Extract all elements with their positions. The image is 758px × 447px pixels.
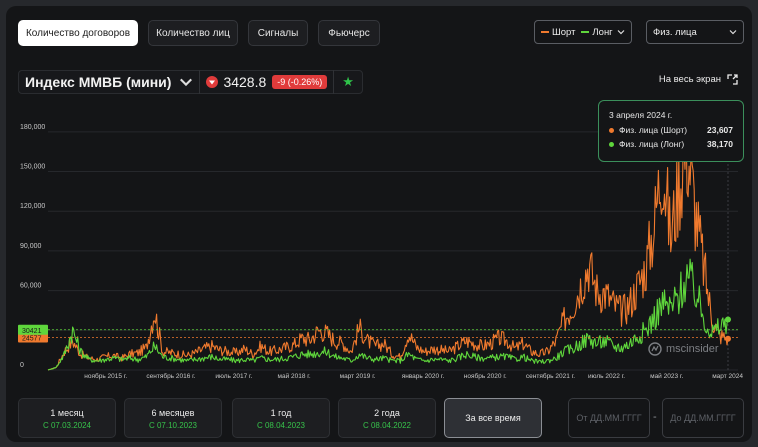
short-legend-label: Шорт xyxy=(552,26,576,38)
short-level-label: 24577 xyxy=(22,335,42,342)
tooltip-long-row: Физ. лица (Лонг) 38,170 xyxy=(609,139,733,149)
x-tick-label: сентябрь 2016 г. xyxy=(146,372,195,380)
instrument-header: Индекс ММВБ (мини) 3428.8 -9 (-0.26%) ★ xyxy=(18,70,363,94)
period-label: 1 месяц xyxy=(50,408,84,418)
person-type-value: Физ. лица xyxy=(653,26,697,38)
watermark-text: mscinsider xyxy=(666,343,719,355)
y-tick-label: 60,000 xyxy=(20,283,42,290)
watermark: mscinsider xyxy=(648,342,719,356)
period-1-year[interactable]: 1 год С 08.04.2023 xyxy=(232,398,330,438)
y-tick-label: 120,000 xyxy=(20,203,45,210)
date-from-input[interactable]: От ДД.ММ.ГГГГ xyxy=(568,398,650,438)
y-tick-label: 150,000 xyxy=(20,164,45,171)
y-tick-label: 180,000 xyxy=(20,124,45,131)
period-label: 6 месяцев xyxy=(151,408,195,418)
x-tick-label: май 2018 г. xyxy=(278,372,311,380)
divider xyxy=(199,70,201,94)
tooltip-short-label: Физ. лица (Шорт) xyxy=(619,125,688,135)
long-legend-swatch xyxy=(581,31,590,33)
x-tick-label: март 2019 г. xyxy=(340,373,376,380)
tooltip-short-value: 23,607 xyxy=(707,125,733,135)
period-label: За все время xyxy=(465,413,521,423)
fullscreen-label: На весь экран xyxy=(658,74,721,85)
chevron-down-icon xyxy=(617,30,625,35)
short-legend-swatch xyxy=(541,31,549,33)
period-start: С 07.10.2023 xyxy=(148,421,198,430)
watermark-logo-icon xyxy=(648,342,662,356)
instrument-title: Индекс ММВБ (мини) xyxy=(25,74,172,90)
tooltip-date: 3 апреля 2024 г. xyxy=(609,110,673,120)
x-tick-label: сентябрь 2021 г. xyxy=(526,372,575,380)
date-separator: - xyxy=(653,411,657,423)
x-tick-label: ноябрь 2015 г. xyxy=(84,372,127,380)
long-level-label: 30421 xyxy=(22,328,42,335)
chevron-down-icon xyxy=(729,30,737,35)
period-start: С 08.04.2022 xyxy=(362,421,412,430)
price-change-badge: -9 (-0.26%) xyxy=(272,75,328,89)
chart-tooltip: 3 апреля 2024 г. Физ. лица (Шорт) 23,607… xyxy=(598,100,744,162)
expand-icon xyxy=(727,74,738,85)
x-tick-label: ноябрь 2020 г. xyxy=(464,372,507,380)
x-tick-label: март 2024 xyxy=(712,373,743,380)
period-1-month[interactable]: 1 месяц С 07.03.2024 xyxy=(18,398,116,438)
tab-futures[interactable]: Фьючерс xyxy=(318,20,380,46)
short-hover-marker xyxy=(725,335,731,342)
long-dot xyxy=(609,141,614,147)
tooltip-long-value: 38,170 xyxy=(707,139,733,149)
tab-contracts-count[interactable]: Количество договоров xyxy=(18,20,138,46)
favorite-star-icon[interactable]: ★ xyxy=(334,74,362,90)
x-tick-label: январь 2020 г. xyxy=(402,373,445,380)
tooltip-long-label: Физ. лица (Лонг) xyxy=(619,139,685,149)
person-type-select[interactable]: Физ. лица xyxy=(646,20,744,44)
tab-persons-count[interactable]: Количество лиц xyxy=(148,20,238,46)
period-all-time[interactable]: За все время xyxy=(444,398,542,438)
x-tick-label: май 2023 г. xyxy=(650,372,683,380)
long-hover-marker xyxy=(725,316,731,323)
period-label: 1 год xyxy=(270,408,292,418)
tooltip-short-row: Физ. лица (Шорт) 23,607 xyxy=(609,125,733,135)
y-tick-label: 90,000 xyxy=(20,243,42,250)
date-to-input[interactable]: До ДД.ММ.ГГГГ xyxy=(662,398,744,438)
long-legend-label: Лонг xyxy=(592,26,613,38)
fullscreen-button[interactable]: На весь экран xyxy=(659,74,738,85)
x-tick-label: июль 2022 г. xyxy=(588,373,625,380)
series-select[interactable]: Шорт Лонг xyxy=(534,20,632,44)
period-start: С 08.04.2023 xyxy=(256,421,306,430)
period-start: С 07.03.2024 xyxy=(42,421,92,430)
down-arrow-icon xyxy=(206,76,219,88)
period-2-years[interactable]: 2 года С 08.04.2022 xyxy=(338,398,436,438)
period-label: 2 года xyxy=(374,408,400,418)
short-dot xyxy=(609,127,614,133)
instrument-price: 3428.8 xyxy=(223,74,267,90)
x-tick-label: июль 2017 г. xyxy=(215,373,252,380)
tab-signals[interactable]: Сигналы xyxy=(248,20,308,46)
chevron-down-icon[interactable] xyxy=(179,75,193,89)
period-6-months[interactable]: 6 месяцев С 07.10.2023 xyxy=(124,398,222,438)
app-frame: Количество договоров Количество лиц Сигн… xyxy=(6,6,752,442)
y-tick-label: 0 xyxy=(20,362,24,369)
